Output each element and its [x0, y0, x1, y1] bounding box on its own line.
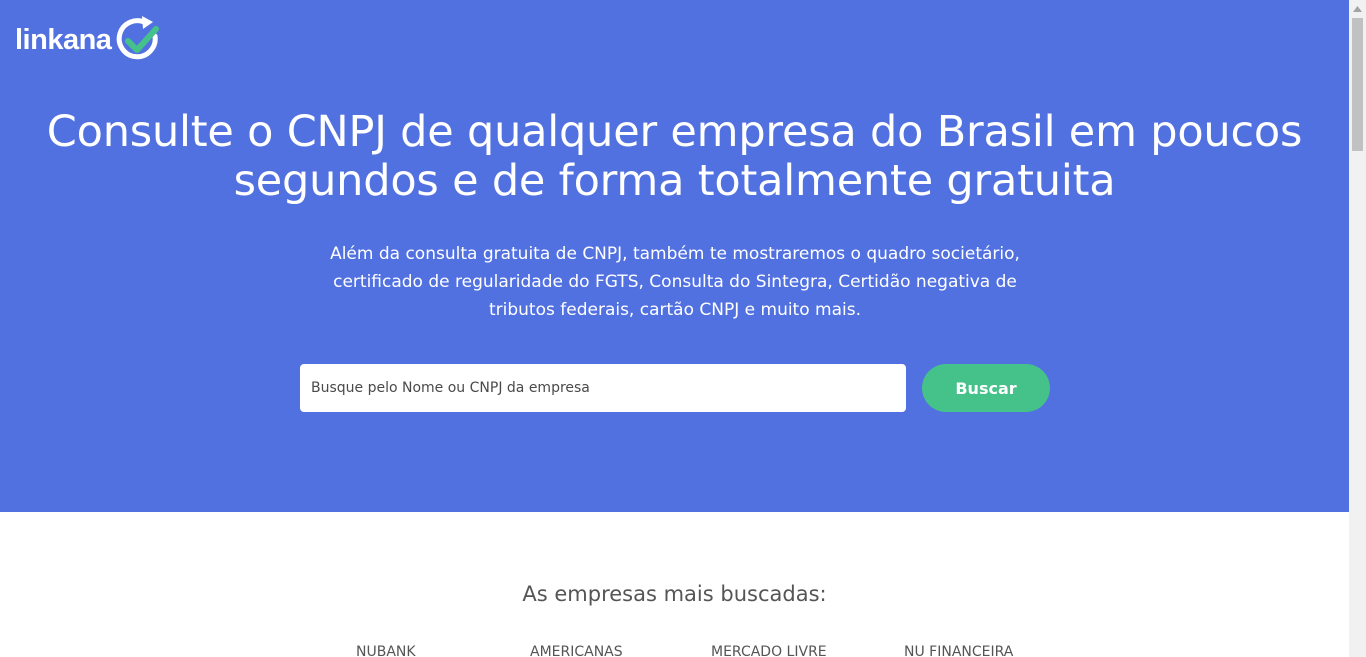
hero-section: linkana Consulte o CNPJ de qualquer empr…	[0, 0, 1349, 512]
company-link-nu-financeira[interactable]: NU FINANCEIRA	[904, 643, 1013, 657]
subtitle-line-1: Além da consulta gratuita de CNPJ, també…	[330, 244, 1020, 264]
scrollbar-thumb[interactable]	[1352, 18, 1363, 151]
chevron-up-icon	[1353, 5, 1362, 12]
headline-line-2: segundos e de forma totalmente gratuita	[233, 156, 1116, 206]
subtitle-line-2: certificado de regularidade do FGTS, Con…	[333, 272, 1017, 292]
vertical-scrollbar[interactable]	[1349, 0, 1366, 657]
scroll-up-button[interactable]	[1349, 0, 1366, 17]
company-link-americanas[interactable]: AMERICANAS	[530, 643, 623, 657]
logo-text: linkana	[15, 23, 112, 56]
headline-line-1: Consulte o CNPJ de qualquer empresa do B…	[46, 107, 1303, 157]
page-title: Consulte o CNPJ de qualquer empresa do B…	[0, 108, 1349, 206]
company-link-mercado-livre[interactable]: MERCADO LIVRE	[711, 643, 827, 657]
page: linkana Consulte o CNPJ de qualquer empr…	[0, 0, 1349, 657]
logo[interactable]: linkana	[15, 14, 163, 66]
circular-arrow-check-icon	[117, 16, 160, 60]
company-link-nubank[interactable]: NUBANK	[356, 643, 416, 657]
subtitle-line-3: tributos federais, cartão CNPJ e muito m…	[488, 300, 861, 320]
popular-companies-title: As empresas mais buscadas:	[522, 582, 827, 606]
search-button[interactable]: Buscar	[922, 364, 1050, 412]
search-input[interactable]	[300, 364, 906, 412]
hero-subtitle: Além da consulta gratuita de CNPJ, també…	[310, 240, 1040, 324]
